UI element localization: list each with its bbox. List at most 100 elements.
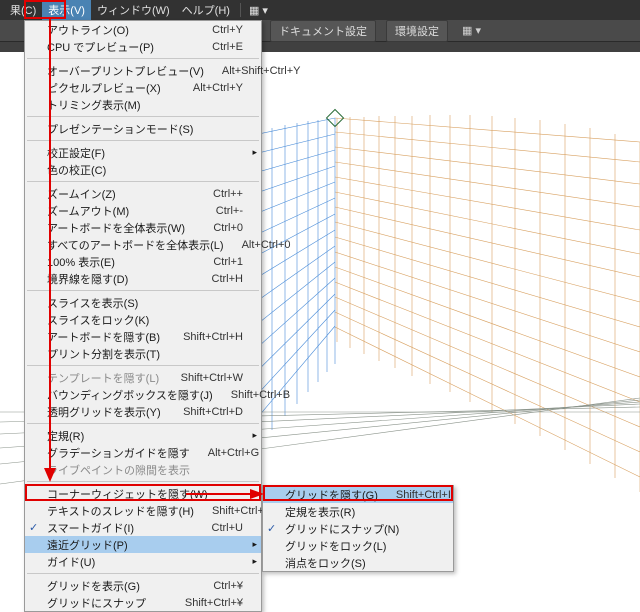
- separator: [27, 58, 259, 59]
- separator: [27, 481, 259, 482]
- view-menu-item[interactable]: コーナーウィジェットを隠す(W): [25, 485, 261, 502]
- chevron-right-icon: ▸: [252, 539, 257, 550]
- view-menu-item[interactable]: アウトライン(O)Ctrl+Y: [25, 21, 261, 38]
- view-menu-item[interactable]: プリント分割を表示(T): [25, 345, 261, 362]
- align-icon[interactable]: ▦ ▾: [458, 24, 485, 37]
- shortcut: Ctrl+1: [195, 256, 243, 268]
- view-menu-item: ライブペイントの隙間を表示: [25, 461, 261, 478]
- view-menu-item[interactable]: プレゼンテーションモード(S): [25, 120, 261, 137]
- menu-item-label: コーナーウィジェットを隠す(W): [47, 486, 208, 502]
- view-menu-item[interactable]: アートボードを全体表示(W) Ctrl+0: [25, 219, 261, 236]
- view-menu-item[interactable]: 透明グリッドを表示(Y) Shift+Ctrl+D: [25, 403, 261, 420]
- separator: [27, 116, 259, 117]
- shortcut: Ctrl+Y: [194, 24, 243, 36]
- menu-effects[interactable]: 果(C): [4, 0, 42, 20]
- chevron-right-icon: ▸: [252, 430, 257, 441]
- menu-item-label: ズームイン(Z): [47, 186, 116, 202]
- menu-view[interactable]: 表示(V): [42, 0, 91, 20]
- submenu-item[interactable]: 消点をロック(S): [263, 554, 453, 571]
- shortcut: Ctrl+E: [194, 41, 243, 53]
- menu-item-label: 定規を表示(R): [285, 504, 355, 520]
- view-menu-item[interactable]: グリッドにスナップ Shift+Ctrl+¥: [25, 594, 261, 611]
- shortcut: Alt+Ctrl+G: [190, 447, 259, 459]
- view-menu-item[interactable]: 色の校正(C): [25, 161, 261, 178]
- view-menu-item[interactable]: トリミング表示(M): [25, 96, 261, 113]
- menu-item-label: 100% 表示(E): [47, 254, 115, 270]
- menu-item-label: グリッドを隠す(G): [285, 487, 378, 503]
- view-menu-item: テンプレートを隠す(L)Shift+Ctrl+W: [25, 369, 261, 386]
- chevron-right-icon: ▸: [252, 147, 257, 158]
- submenu-item[interactable]: グリッドを隠す(G)Shift+Ctrl+I: [263, 486, 453, 503]
- view-menu-item[interactable]: スライスをロック(K): [25, 311, 261, 328]
- shortcut: Shift+Ctrl+B: [213, 389, 290, 401]
- menu-window[interactable]: ウィンドウ(W): [91, 0, 176, 20]
- view-menu-item[interactable]: スライスを表示(S): [25, 294, 261, 311]
- separator: [27, 290, 259, 291]
- view-menu[interactable]: アウトライン(O)Ctrl+YCPU でプレビュー(P) Ctrl+E オーバープリ…: [24, 20, 262, 612]
- view-menu-item[interactable]: CPU でプレビュー(P) Ctrl+E: [25, 38, 261, 55]
- menu-item-label: 消点をロック(S): [285, 555, 366, 571]
- shortcut: Ctrl+0: [195, 222, 243, 234]
- view-menu-item[interactable]: ズームイン(Z) Ctrl++: [25, 185, 261, 202]
- view-menu-item[interactable]: 校正設定(F)▸: [25, 144, 261, 161]
- submenu-item[interactable]: 定規を表示(R): [263, 503, 453, 520]
- check-icon: ✓: [29, 521, 38, 534]
- menu-item-label: グリッドにスナップ(N): [285, 521, 399, 537]
- view-menu-item[interactable]: グリッドを表示(G) Ctrl+¥: [25, 577, 261, 594]
- view-menu-item[interactable]: アートボードを隠す(B) Shift+Ctrl+H: [25, 328, 261, 345]
- menu-item-label: トリミング表示(M): [47, 97, 141, 113]
- menu-item-label: プリント分割を表示(T): [47, 346, 160, 362]
- view-menu-item[interactable]: 境界線を隠す(D)Ctrl+H: [25, 270, 261, 287]
- align-icon[interactable]: ▦ ▾: [245, 4, 272, 17]
- menu-item-label: アートボードを隠す(B): [47, 329, 160, 345]
- view-menu-item[interactable]: 定規(R) ▸: [25, 427, 261, 444]
- shortcut: Shift+Ctrl+H: [165, 331, 243, 343]
- shortcut: Ctrl+-: [198, 205, 243, 217]
- menu-item-label: ズームアウト(M): [47, 203, 129, 219]
- shortcut: Alt+Ctrl+Y: [175, 82, 243, 94]
- shortcut: Shift+Ctrl+Y: [194, 505, 271, 517]
- menu-item-label: 遠近グリッド(P): [47, 537, 128, 553]
- menu-item-label: 透明グリッドを表示(Y): [47, 404, 161, 420]
- menu-item-label: ライブペイントの隙間を表示: [47, 462, 190, 478]
- menu-item-label: CPU でプレビュー(P): [47, 39, 154, 55]
- view-menu-item[interactable]: すべてのアートボードを全体表示(L)Alt+Ctrl+0: [25, 236, 261, 253]
- view-menu-item[interactable]: ✓スマートガイド(I)Ctrl+U: [25, 519, 261, 536]
- chevron-right-icon: ▸: [252, 556, 257, 567]
- shortcut: Shift+Ctrl+¥: [167, 597, 243, 609]
- menu-item-label: バウンディングボックスを隠す(J): [47, 387, 213, 403]
- menu-item-label: テキストのスレッドを隠す(H): [47, 503, 194, 519]
- view-menu-item[interactable]: ピクセルプレビュー(X)Alt+Ctrl+Y: [25, 79, 261, 96]
- menu-item-label: グラデーションガイドを隠す: [47, 445, 190, 461]
- view-menu-item[interactable]: 100% 表示(E) Ctrl+1: [25, 253, 261, 270]
- view-menu-item[interactable]: ズームアウト(M) Ctrl+-: [25, 202, 261, 219]
- view-menu-item[interactable]: オーバープリントプレビュー(V)Alt+Shift+Ctrl+Y: [25, 62, 261, 79]
- shortcut: Shift+Ctrl+D: [165, 406, 243, 418]
- view-menu-item[interactable]: バウンディングボックスを隠す(J)Shift+Ctrl+B: [25, 386, 261, 403]
- menu-help[interactable]: ヘルプ(H): [176, 0, 236, 20]
- menu-item-label: アートボードを全体表示(W): [47, 220, 185, 236]
- menu-item-label: 境界線を隠す(D): [47, 271, 128, 287]
- menu-item-label: テンプレートを隠す(L): [47, 370, 159, 386]
- shortcut: Alt+Shift+Ctrl+Y: [204, 65, 301, 77]
- shortcut: Ctrl++: [195, 188, 243, 200]
- shortcut: Alt+Ctrl+0: [224, 239, 291, 251]
- view-menu-item[interactable]: ガイド(U) ▸: [25, 553, 261, 570]
- menu-item-label: ガイド(U): [47, 554, 95, 570]
- menu-item-label: グリッドにスナップ: [47, 595, 146, 611]
- doc-settings-button[interactable]: ドキュメント設定: [270, 20, 376, 42]
- env-settings-button[interactable]: 環境設定: [386, 20, 448, 42]
- menu-item-label: 定規(R): [47, 428, 84, 444]
- submenu-item[interactable]: ✓グリッドにスナップ(N): [263, 520, 453, 537]
- shortcut: Shift+Ctrl+I: [378, 489, 451, 501]
- view-menu-item[interactable]: 遠近グリッド(P) ▸: [25, 536, 261, 553]
- separator: [240, 3, 241, 17]
- perspective-grid-submenu[interactable]: グリッドを隠す(G)Shift+Ctrl+I定規を表示(R)✓グリッドにスナップ…: [262, 485, 454, 572]
- menu-item-label: グリッドを表示(G): [47, 578, 140, 594]
- menu-item-label: スライスをロック(K): [47, 312, 149, 328]
- view-menu-item[interactable]: テキストのスレッドを隠す(H)Shift+Ctrl+Y: [25, 502, 261, 519]
- view-menu-item[interactable]: グラデーションガイドを隠すAlt+Ctrl+G: [25, 444, 261, 461]
- menu-item-label: スマートガイド(I): [47, 520, 134, 536]
- shortcut: Ctrl+¥: [195, 580, 243, 592]
- menu-item-label: プレゼンテーションモード(S): [47, 121, 193, 137]
